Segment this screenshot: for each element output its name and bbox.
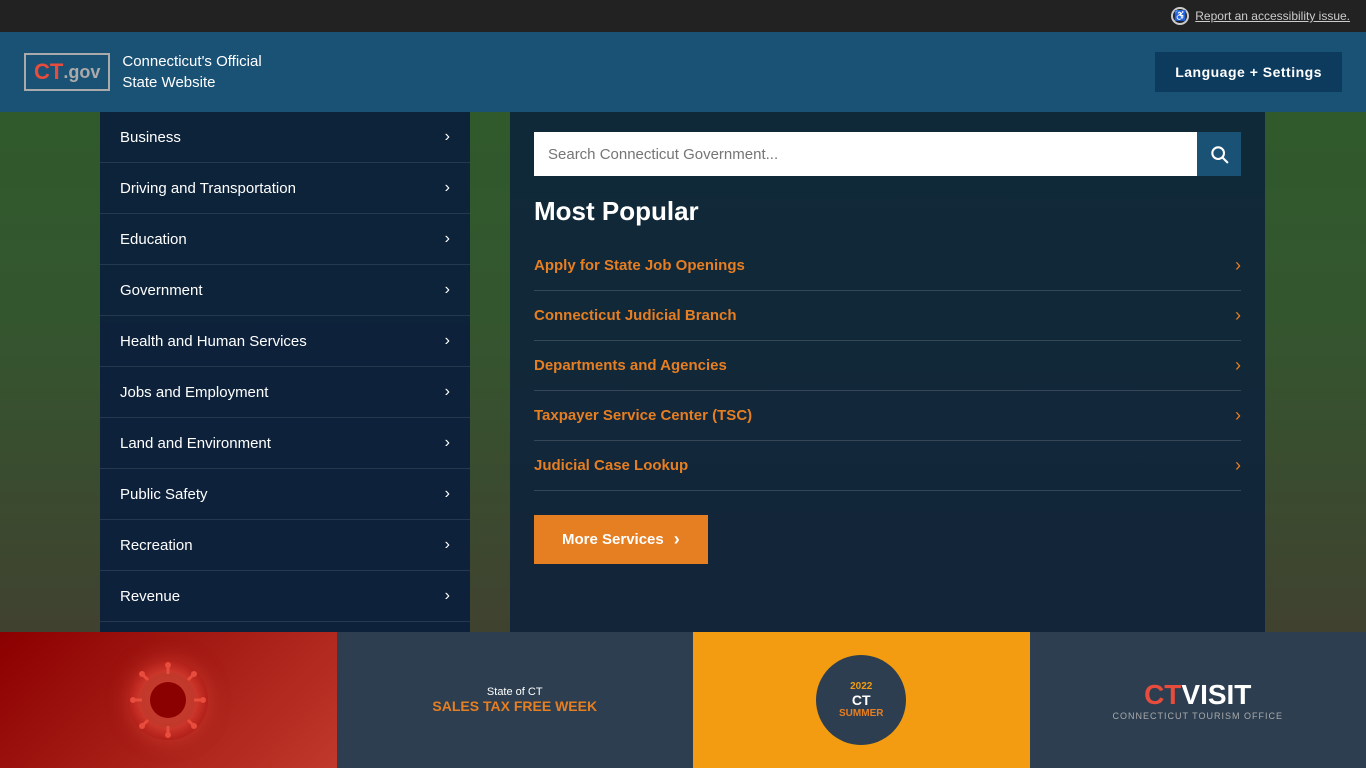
nav-item-label: Business	[120, 129, 181, 146]
search-button[interactable]	[1197, 132, 1241, 176]
accessibility-icon: ♿	[1171, 7, 1189, 25]
popular-item-arrow-icon: ›	[1235, 255, 1241, 276]
top-bar: ♿ Report an accessibility issue.	[0, 0, 1366, 32]
card-sales-line1: State of CT	[487, 686, 543, 698]
ctvisit-visit: VISIT	[1181, 679, 1251, 710]
nav-item-jobs[interactable]: Jobs and Employment ›	[100, 367, 470, 418]
logo-area[interactable]: CT.gov Connecticut's Official State Webs…	[24, 51, 262, 93]
navigation-panel: Business›Driving and Transportation›Educ…	[100, 112, 470, 632]
logo-box: CT.gov	[24, 53, 110, 91]
site-title-line1: Connecticut's Official	[122, 51, 261, 72]
popular-item[interactable]: Apply for State Job Openings ›	[534, 241, 1241, 291]
nav-item-label: Revenue	[120, 588, 180, 605]
card-sales-tax[interactable]: State of CT SALES TAX FREE WEEK	[337, 632, 694, 768]
nav-item-driving[interactable]: Driving and Transportation ›	[100, 163, 470, 214]
logo-gov: gov	[68, 62, 100, 83]
popular-item-arrow-icon: ›	[1235, 355, 1241, 376]
nav-arrow-icon: ›	[445, 179, 450, 197]
popular-item[interactable]: Judicial Case Lookup ›	[534, 441, 1241, 491]
popular-item-text: Departments and Agencies	[534, 357, 727, 374]
accessibility-label: Report an accessibility issue.	[1195, 9, 1350, 23]
popular-item-text: Taxpayer Service Center (TSC)	[534, 407, 752, 424]
summer-badge: 2022 CT SUMMER	[816, 655, 906, 745]
nav-arrow-icon: ›	[445, 383, 450, 401]
nav-item-public-safety[interactable]: Public Safety ›	[100, 469, 470, 520]
most-popular-title: Most Popular	[534, 196, 1241, 227]
ctvisit-text: CTVISIT CONNECTICUT TOURISM OFFICE	[1112, 679, 1283, 721]
nav-arrow-icon: ›	[445, 485, 450, 503]
nav-arrow-icon: ›	[445, 230, 450, 248]
popular-item-arrow-icon: ›	[1235, 405, 1241, 426]
language-settings-button[interactable]: Language + Settings	[1155, 52, 1342, 92]
popular-item[interactable]: Connecticut Judicial Branch ›	[534, 291, 1241, 341]
popular-item-arrow-icon: ›	[1235, 455, 1241, 476]
ctvisit-sub: CONNECTICUT TOURISM OFFICE	[1112, 711, 1283, 721]
site-title-line2: State Website	[122, 72, 261, 93]
nav-item-label: Jobs and Employment	[120, 384, 268, 401]
nav-item-recreation[interactable]: Recreation ›	[100, 520, 470, 571]
accessibility-link[interactable]: ♿ Report an accessibility issue.	[1171, 7, 1350, 25]
logo-ct: CT	[34, 59, 63, 85]
popular-item-text: Judicial Case Lookup	[534, 457, 688, 474]
search-row	[534, 132, 1241, 176]
nav-item-education[interactable]: Education ›	[100, 214, 470, 265]
nav-item-revenue[interactable]: Revenue ›	[100, 571, 470, 622]
popular-item[interactable]: Departments and Agencies ›	[534, 341, 1241, 391]
nav-arrow-icon: ›	[445, 332, 450, 350]
nav-item-label: Public Safety	[120, 486, 208, 503]
nav-arrow-icon: ›	[445, 281, 450, 299]
main-panel: Most Popular Apply for State Job Opening…	[510, 112, 1265, 632]
nav-item-label: Recreation	[120, 537, 193, 554]
nav-item-business[interactable]: Business ›	[100, 112, 470, 163]
search-input[interactable]	[534, 132, 1197, 176]
nav-item-health[interactable]: Health and Human Services ›	[100, 316, 470, 367]
nav-item-label: Driving and Transportation	[120, 180, 296, 197]
site-title: Connecticut's Official State Website	[122, 51, 261, 93]
card-ctvisit[interactable]: CTVISIT CONNECTICUT TOURISM OFFICE	[1030, 632, 1366, 768]
more-services-label: More Services	[562, 531, 664, 548]
nav-arrow-icon: ›	[445, 587, 450, 605]
popular-item-text: Connecticut Judicial Branch	[534, 307, 737, 324]
bottom-cards: State of CT SALES TAX FREE WEEK 2022 CT …	[0, 632, 1366, 768]
nav-arrow-icon: ›	[445, 128, 450, 146]
nav-item-label: Health and Human Services	[120, 333, 307, 350]
nav-item-label: Government	[120, 282, 203, 299]
popular-items-list: Apply for State Job Openings›Connecticut…	[534, 241, 1241, 491]
ctvisit-ct: CT	[1144, 679, 1181, 710]
card-sales-line2: SALES TAX FREE WEEK	[432, 698, 597, 714]
popular-item[interactable]: Taxpayer Service Center (TSC) ›	[534, 391, 1241, 441]
nav-item-label: Education	[120, 231, 187, 248]
nav-item-label: Land and Environment	[120, 435, 271, 452]
summer-year: 2022	[850, 681, 872, 692]
virus-icon	[128, 660, 208, 740]
virus-graphic	[128, 660, 208, 740]
hero-section: Business›Driving and Transportation›Educ…	[0, 112, 1366, 632]
nav-item-land[interactable]: Land and Environment ›	[100, 418, 470, 469]
nav-arrow-icon: ›	[445, 536, 450, 554]
more-services-button[interactable]: More Services ›	[534, 515, 708, 564]
summer-label: SUMMER	[839, 708, 883, 719]
popular-item-arrow-icon: ›	[1235, 305, 1241, 326]
card-covid[interactable]	[0, 632, 337, 768]
card-ct-summer[interactable]: 2022 CT SUMMER	[693, 632, 1030, 768]
popular-item-text: Apply for State Job Openings	[534, 257, 745, 274]
summer-ct: CT	[852, 692, 871, 708]
search-icon	[1209, 144, 1229, 164]
nav-arrow-icon: ›	[445, 434, 450, 452]
nav-item-government[interactable]: Government ›	[100, 265, 470, 316]
more-services-arrow-icon: ›	[674, 529, 680, 550]
site-header: CT.gov Connecticut's Official State Webs…	[0, 32, 1366, 112]
